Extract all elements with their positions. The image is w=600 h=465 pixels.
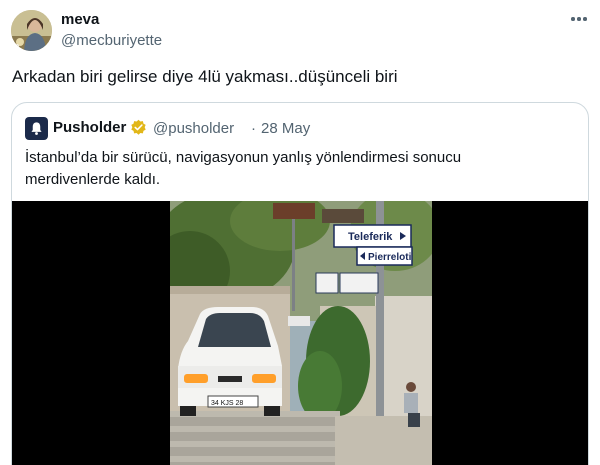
sign-pierreloti: Pierreloti	[368, 252, 412, 263]
tweet: meva @mecburiyette Arkadan biri gelirse …	[0, 0, 600, 465]
quoted-author-name[interactable]: Pusholder	[53, 119, 126, 136]
video-frame: Teleferik Pierreloti 34 KJS 28	[170, 201, 432, 465]
license-plate: 34 KJS 28	[211, 400, 243, 407]
sign-teleferik: Teleferik	[348, 231, 393, 243]
embedded-video[interactable]: Teleferik Pierreloti 34 KJS 28	[12, 201, 588, 465]
author-handle[interactable]: @mecburiyette	[61, 32, 162, 49]
quoted-text-line-1: İstanbul’da bir sürücü, navigasyonun yan…	[25, 149, 462, 166]
quoted-text-line-2: merdivenlerde kaldı.	[25, 171, 161, 188]
quoted-tweet-text: İstanbul’da bir sürücü, navigasyonun yan…	[25, 147, 575, 191]
author-avatar[interactable]	[11, 10, 52, 51]
author-name[interactable]: meva	[61, 11, 99, 28]
quoted-tweet-date[interactable]: 28 May	[261, 120, 310, 137]
separator-dot: ·	[251, 120, 256, 137]
tweet-text: Arkadan biri gelirse diye 4lü yakması..d…	[12, 67, 398, 86]
verified-badge-icon	[131, 119, 146, 135]
quoted-tweet-card[interactable]: Pusholder @pusholder · 28 May İstanbul’d…	[11, 102, 589, 465]
more-dots-icon[interactable]	[566, 8, 592, 30]
bell-icon[interactable]	[25, 117, 48, 140]
quoted-author-handle[interactable]: @pusholder	[153, 120, 234, 137]
